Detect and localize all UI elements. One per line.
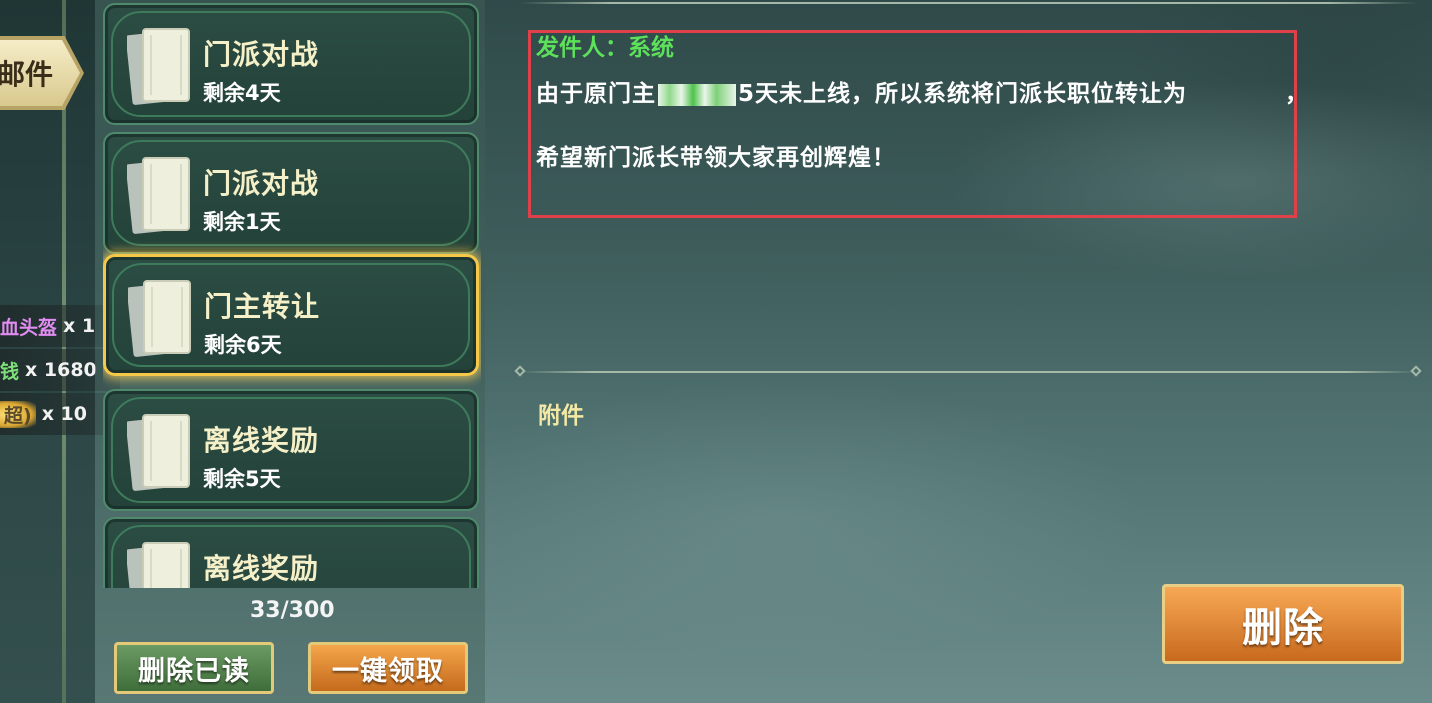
- delete-button[interactable]: 删除: [1162, 584, 1404, 664]
- mail-item[interactable]: 离线奖励 剩余5天: [103, 389, 479, 511]
- mail-remaining: 剩余1天: [203, 210, 281, 234]
- mail-title: 门派对战: [203, 38, 320, 71]
- attachment-label: 附件: [538, 403, 584, 429]
- mail-item[interactable]: 离线奖励: [103, 517, 479, 588]
- detail-top-divider: [520, 2, 1418, 4]
- mail-remaining: 剩余4天: [203, 81, 281, 105]
- delete-label: 删除: [1242, 605, 1324, 651]
- mail-remaining: 剩余5天: [203, 467, 281, 491]
- delete-read-label: 删除已读: [138, 655, 250, 687]
- reward-name: 血头盔: [0, 316, 58, 339]
- mail-remaining: 剩余6天: [204, 333, 282, 357]
- claim-all-label: 一键领取: [332, 655, 444, 687]
- scroll-letter-icon: [127, 157, 190, 234]
- highlight-annotation-box: [528, 30, 1297, 218]
- mail-item[interactable]: 门派对战 剩余1天: [103, 132, 479, 254]
- reward-count: x 1: [63, 315, 96, 337]
- scroll-letter-icon: [127, 542, 190, 588]
- mail-list[interactable]: 门派对战 剩余4天 门派对战 剩余1天 门主转让 剩余6天 离线奖励 剩余5天 …: [103, 0, 481, 588]
- mail-title: 离线奖励: [203, 424, 320, 457]
- detail-mid-divider: [520, 371, 1418, 373]
- delete-read-button[interactable]: 删除已读: [114, 642, 274, 694]
- mail-title: 门主转让: [204, 290, 321, 323]
- scroll-letter-icon: [128, 280, 191, 357]
- mail-item[interactable]: 门派对战 剩余4天: [103, 3, 479, 125]
- scroll-letter-icon: [127, 414, 190, 491]
- reward-name: 钱: [0, 360, 20, 383]
- reward-name: 超): [0, 400, 36, 428]
- reward-count: x 1680: [25, 359, 97, 381]
- scroll-letter-icon: [127, 28, 190, 105]
- reward-count: x 10: [41, 403, 87, 425]
- mail-title: 门派对战: [203, 167, 320, 200]
- mail-title: 离线奖励: [203, 552, 320, 585]
- category-tab-label: 邮件: [0, 58, 53, 91]
- mail-count: 33/300: [250, 598, 335, 623]
- mail-item-selected[interactable]: 门主转让 剩余6天: [103, 254, 479, 376]
- claim-all-button[interactable]: 一键领取: [308, 642, 468, 694]
